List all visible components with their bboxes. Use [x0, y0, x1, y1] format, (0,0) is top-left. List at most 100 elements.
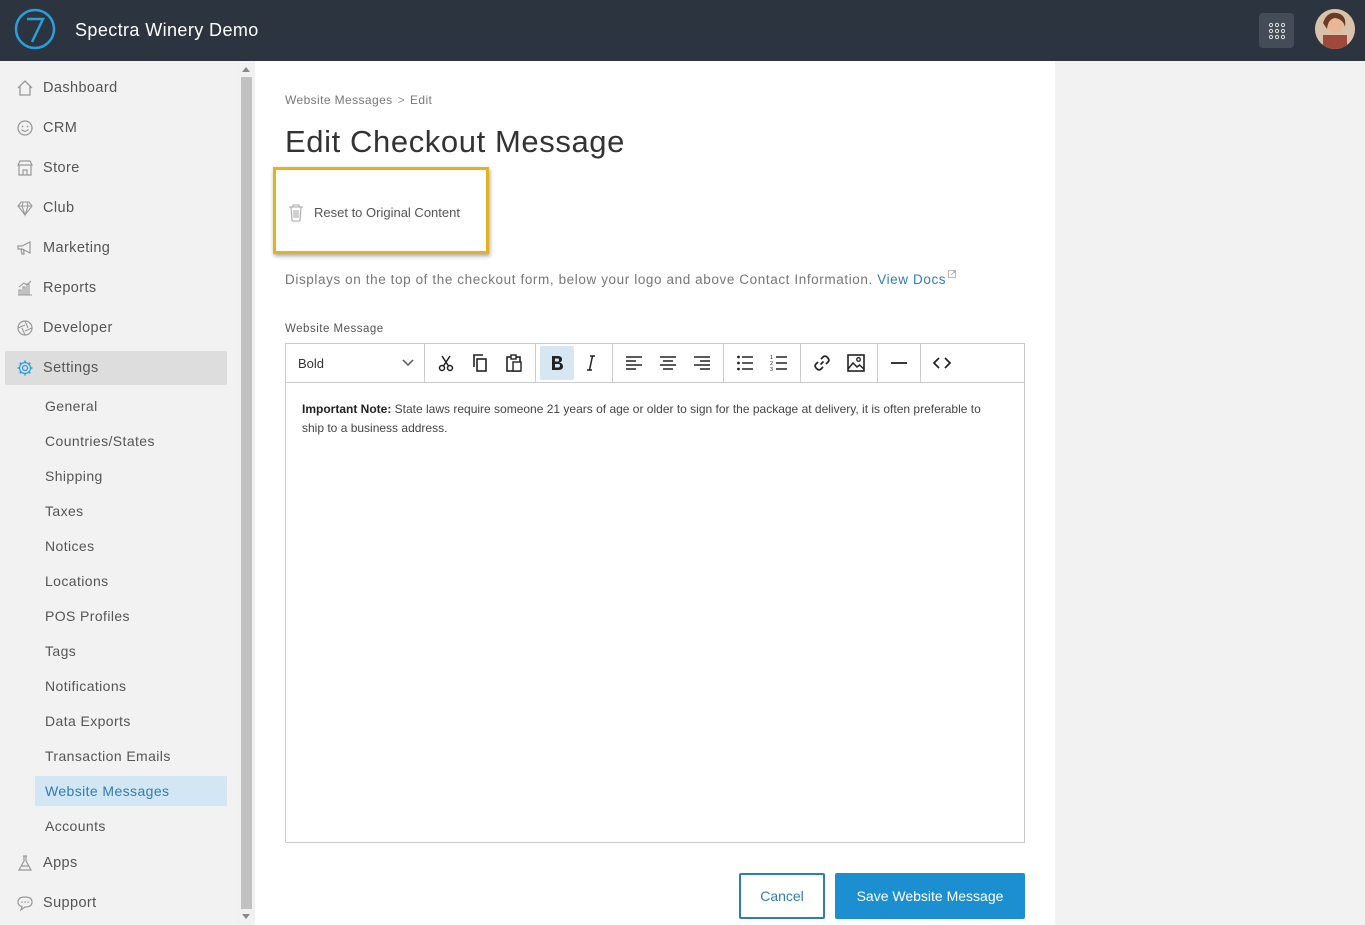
scroll-down-arrow-icon[interactable]: [242, 914, 250, 919]
reset-to-original-button[interactable]: Reset to Original Content: [288, 203, 460, 222]
sidebar-item-label: Club: [43, 200, 75, 216]
svg-text:3: 3: [770, 367, 773, 372]
sidebar-item-store[interactable]: Store: [5, 151, 227, 185]
insert-image-button[interactable]: [839, 346, 873, 380]
sidebar-item-settings[interactable]: Settings: [5, 351, 227, 385]
sidebar-item-apps[interactable]: Apps: [5, 846, 227, 880]
insert-link-button[interactable]: [805, 346, 839, 380]
cut-button[interactable]: [429, 346, 463, 380]
sidebar: Dashboard CRM Store Club Marketing Repor…: [0, 61, 238, 925]
megaphone-icon: [14, 237, 36, 259]
content-bold-text: Important Note:: [302, 402, 392, 416]
horizontal-rule-button[interactable]: [882, 346, 916, 380]
horizontal-rule-icon: [891, 362, 907, 364]
settings-sub-accounts[interactable]: Accounts: [35, 811, 227, 841]
settings-sub-tags[interactable]: Tags: [35, 636, 227, 666]
image-icon: [847, 354, 865, 372]
settings-sub-general[interactable]: General: [35, 391, 227, 421]
sidebar-item-club[interactable]: Club: [5, 191, 227, 225]
smile-icon: [14, 117, 36, 139]
home-icon: [14, 77, 36, 99]
align-center-icon: [660, 356, 676, 370]
logo-icon[interactable]: [14, 8, 56, 50]
view-docs-link[interactable]: View Docs: [877, 272, 946, 287]
code-group: [921, 344, 963, 382]
description-text: Displays on the top of the checkout form…: [285, 270, 957, 287]
bold-button[interactable]: [540, 346, 574, 380]
sidebar-item-label: Apps: [43, 855, 78, 871]
description-body: Displays on the top of the checkout form…: [285, 272, 873, 287]
right-empty-area: [1055, 61, 1365, 925]
breadcrumb: Website Messages > Edit: [285, 93, 432, 107]
flask-icon: [14, 852, 36, 874]
scrollbar-thumb[interactable]: [241, 77, 252, 909]
diamond-icon: [14, 197, 36, 219]
settings-sub-locations[interactable]: Locations: [35, 566, 227, 596]
settings-sub-countries-states[interactable]: Countries/States: [35, 426, 227, 456]
apps-grid-button[interactable]: [1259, 13, 1294, 48]
paste-button[interactable]: [497, 346, 531, 380]
bold-icon: [552, 356, 563, 370]
align-right-button[interactable]: [685, 346, 719, 380]
settings-sub-notifications[interactable]: Notifications: [35, 671, 227, 701]
link-icon: [814, 355, 830, 371]
sidebar-item-label: Developer: [43, 320, 113, 336]
rule-group: [878, 344, 921, 382]
align-right-icon: [694, 356, 710, 370]
text-style-group: [536, 344, 613, 382]
italic-button[interactable]: [574, 346, 608, 380]
breadcrumb-separator: >: [397, 93, 405, 107]
settings-sub-transaction-emails[interactable]: Transaction Emails: [35, 741, 227, 771]
reset-label: Reset to Original Content: [314, 205, 460, 220]
settings-sub-data-exports[interactable]: Data Exports: [35, 706, 227, 736]
save-website-message-button[interactable]: Save Website Message: [835, 873, 1025, 919]
sidebar-item-support[interactable]: Support: [5, 886, 227, 920]
storefront-icon: [14, 157, 36, 179]
gear-icon: [14, 357, 36, 379]
app-title: Spectra Winery Demo: [75, 20, 259, 40]
source-code-button[interactable]: [925, 346, 959, 380]
aperture-icon: [14, 317, 36, 339]
settings-sub-website-messages[interactable]: Website Messages: [35, 776, 227, 806]
user-avatar[interactable]: [1315, 9, 1355, 49]
settings-sub-notices[interactable]: Notices: [35, 531, 227, 561]
list-group: 123: [724, 344, 801, 382]
sidebar-item-label: CRM: [43, 120, 78, 136]
settings-sub-shipping[interactable]: Shipping: [35, 461, 227, 491]
breadcrumb-current: Edit: [409, 93, 433, 107]
alignment-group: [613, 344, 724, 382]
align-left-button[interactable]: [617, 346, 651, 380]
copy-icon: [473, 354, 487, 372]
clipboard-group: [425, 344, 536, 382]
editor-content-area[interactable]: Important Note: State laws require someo…: [302, 400, 1002, 438]
sidebar-item-marketing[interactable]: Marketing: [5, 231, 227, 265]
scissors-icon: [438, 355, 454, 372]
sidebar-item-label: Store: [43, 160, 80, 176]
numbered-list-icon: 123: [770, 355, 787, 372]
external-link-icon: [948, 270, 957, 278]
main-content: Website Messages > Edit Edit Checkout Mess…: [255, 61, 1055, 925]
sidebar-scrollbar[interactable]: [238, 61, 255, 925]
breadcrumb-parent-link[interactable]: Website Messages: [285, 93, 393, 107]
format-select-value: Bold: [298, 355, 325, 371]
settings-sub-taxes[interactable]: Taxes: [35, 496, 227, 526]
align-center-button[interactable]: [651, 346, 685, 380]
sidebar-item-crm[interactable]: CRM: [5, 111, 227, 145]
sidebar-item-label: Marketing: [43, 240, 111, 256]
top-bar: Spectra Winery Demo: [0, 0, 1365, 61]
bullet-list-button[interactable]: [728, 346, 762, 380]
website-message-label: Website Message: [285, 323, 384, 335]
bar-chart-icon: [14, 277, 36, 299]
numbered-list-button[interactable]: 123: [762, 346, 796, 380]
format-select[interactable]: Bold: [286, 344, 425, 382]
sidebar-item-dashboard[interactable]: Dashboard: [5, 71, 227, 105]
cancel-button[interactable]: Cancel: [739, 873, 825, 919]
settings-sub-pos-profiles[interactable]: POS Profiles: [35, 601, 227, 631]
editor-toolbar: Bold 1 2 3: [286, 344, 1024, 383]
scroll-up-arrow-icon[interactable]: [242, 67, 250, 72]
sidebar-item-label: Settings: [43, 360, 99, 376]
copy-button[interactable]: [463, 346, 497, 380]
rich-text-editor: Bold 1 2 3 Important Note: State laws re…: [285, 343, 1025, 843]
sidebar-item-developer[interactable]: Developer: [5, 311, 227, 345]
sidebar-item-reports[interactable]: Reports: [5, 271, 227, 305]
